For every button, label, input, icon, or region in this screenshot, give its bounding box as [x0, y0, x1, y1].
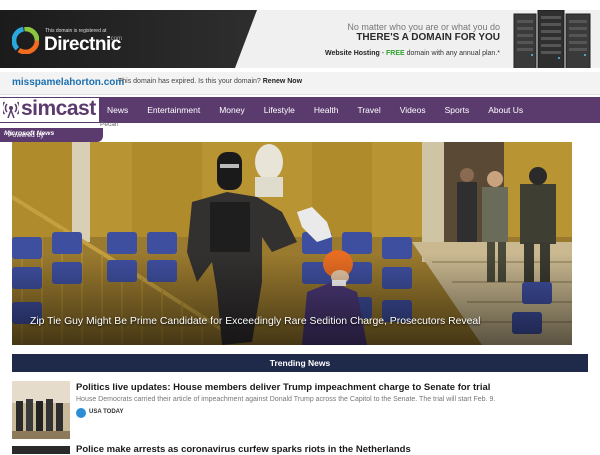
offer-prefix: Website Hosting: [325, 50, 380, 57]
list-item[interactable]: Police make arrests as coronavirus curfe…: [12, 444, 588, 455]
nav-item-videos[interactable]: Videos: [400, 97, 426, 123]
powered-by-badge: Powered by Microsoft News: [0, 128, 103, 142]
powered-prefix: Powered by: [8, 132, 44, 139]
article-thumbnail: [12, 381, 70, 439]
article-thumbnail: [12, 446, 70, 454]
banner-headline: THERE'S A DOMAIN FOR YOU: [356, 32, 500, 43]
hero-caption[interactable]: Zip Tie Guy Might Be Prime Candidate for…: [30, 316, 480, 327]
article-source-name: USA TODAY: [89, 409, 124, 415]
hero-image: [12, 142, 572, 345]
nav-item-about-us[interactable]: About Us: [488, 97, 523, 123]
nav-item-news[interactable]: News: [107, 97, 128, 123]
directnic-brand-suffix: .com: [109, 36, 123, 42]
article-summary: House Democrats carried their article of…: [76, 396, 496, 403]
broadcast-icon: [3, 101, 19, 119]
nav-item-sports[interactable]: Sports: [445, 97, 470, 123]
simcast-logo-text: simcast: [21, 97, 96, 120]
directnic-logo-icon: [12, 27, 39, 54]
nav-item-lifestyle[interactable]: Lifestyle: [264, 97, 295, 123]
usa-today-logo-icon: [76, 408, 86, 418]
domain-expired-text: This domain has expired. Is this your do…: [118, 78, 261, 85]
article-title[interactable]: Politics live updates: House members del…: [76, 382, 490, 393]
banner-tagline: No matter who you are or what you do: [347, 22, 500, 32]
nav-items: News Entertainment Money Lifestyle Healt…: [107, 97, 542, 123]
simcast-logo[interactable]: simcast: [0, 97, 99, 122]
nav-item-entertainment[interactable]: Entertainment: [147, 97, 200, 123]
nav-item-health[interactable]: Health: [314, 97, 339, 123]
list-item[interactable]: Politics live updates: House members del…: [12, 381, 588, 441]
renew-now-link[interactable]: Renew Now: [263, 78, 302, 85]
trending-news-title: Trending News: [269, 358, 331, 368]
offer-free: FREE: [385, 50, 405, 57]
nav-item-travel[interactable]: Travel: [357, 97, 380, 123]
offer-rest: domain with any annual plan.*: [404, 50, 500, 57]
server-rack-image: [513, 10, 591, 68]
trending-news-header: Trending News: [12, 354, 588, 372]
directnic-banner[interactable]: This domain is registered at Directnic .…: [0, 10, 600, 68]
banner-offer: Website Hosting - FREE domain with any a…: [325, 50, 500, 57]
domain-name: misspamelahorton.com: [12, 77, 125, 88]
powered-by-text: Powered by Microsoft News: [4, 130, 54, 139]
domain-expired-message: This domain has expired. Is this your do…: [118, 78, 302, 85]
hero-story[interactable]: Zip Tie Guy Might Be Prime Candidate for…: [12, 142, 572, 345]
domain-expired-bar: misspamelahorton.com This domain has exp…: [0, 72, 600, 95]
nav-item-money[interactable]: Money: [219, 97, 245, 123]
location-label: Pecan: [100, 121, 119, 128]
